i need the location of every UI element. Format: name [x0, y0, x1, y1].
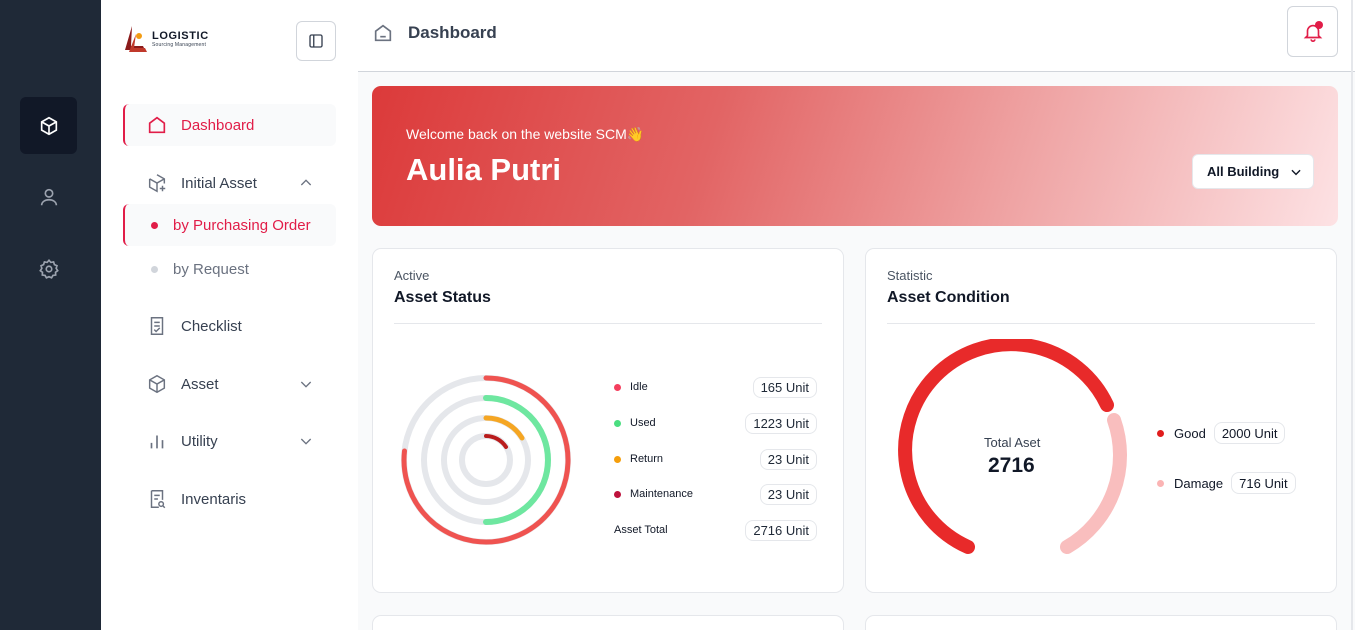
asset-condition-card: Statistic Asset Condition Total Aset 271… [865, 248, 1337, 593]
legend-label: Return [630, 453, 664, 465]
legend-row-damage: Damage 716 Unit [1157, 472, 1296, 494]
main-content: Dashboard Welcome back on the website SC… [358, 0, 1355, 630]
legend-label: Asset Total [614, 524, 668, 536]
gauge-center-value: 2716 [988, 454, 1035, 477]
sidebar-toggle-button[interactable] [296, 21, 336, 61]
legend-label: Damage [1174, 475, 1224, 491]
box-icon [40, 116, 57, 135]
sidebar-item-utility[interactable]: Utility [123, 420, 336, 462]
asset-status-radial-chart [401, 375, 571, 545]
legend-value: 165 Unit [752, 376, 817, 398]
brand-name: LOGISTIC [152, 30, 209, 42]
notification-button[interactable] [1287, 6, 1338, 57]
legend-row-used: Used 1223 Unit [614, 412, 817, 434]
legend-value: 2716 Unit [745, 519, 817, 541]
sidebar-subitem-label: by Purchasing Order [173, 216, 311, 234]
good-dot [1157, 429, 1164, 437]
used-dot [614, 419, 621, 427]
sidebar-item-label: Initial Asset [181, 174, 257, 192]
card-divider [887, 323, 1315, 324]
legend-value: 23 Unit [759, 448, 817, 470]
next-card [372, 615, 844, 630]
legend-value: 1223 Unit [745, 412, 817, 434]
checklist-icon [146, 315, 168, 337]
legend-row-total: Asset Total 2716 Unit [614, 519, 817, 541]
sidebar-item-asset[interactable]: Asset [123, 363, 336, 405]
sidebar-item-label: Asset [181, 375, 219, 393]
legend-label: Idle [630, 381, 648, 393]
chevron-down-icon[interactable] [298, 376, 314, 392]
chevron-down-icon [1291, 169, 1301, 175]
user-icon-button[interactable] [20, 168, 77, 225]
building-select-value: All Building [1207, 164, 1280, 179]
bullet-icon [151, 265, 158, 273]
user-icon [40, 188, 57, 205]
bullet-icon [151, 221, 158, 229]
card-subtitle: Active [394, 268, 430, 283]
welcome-text: Welcome back on the website SCM👋 [406, 126, 645, 142]
gauge-center-label: Total Aset [984, 435, 1041, 450]
legend-label: Good [1174, 425, 1206, 441]
settings-icon [38, 258, 59, 279]
icon-rail [0, 0, 101, 630]
welcome-banner: Welcome back on the website SCM👋 Aulia P… [372, 86, 1338, 226]
sidebar-item-label: Checklist [181, 317, 242, 335]
sidebar-toggle-icon [309, 34, 323, 48]
legend-value: 716 Unit [1231, 472, 1296, 494]
box-plus-icon [146, 172, 168, 194]
return-dot [614, 455, 621, 463]
legend-label: Used [630, 417, 656, 429]
home-icon[interactable] [372, 22, 394, 44]
legend-value: 23 Unit [759, 483, 817, 505]
card-title: Asset Condition [887, 289, 1010, 306]
scrollbar[interactable] [1351, 0, 1353, 630]
home-icon [146, 114, 168, 136]
top-bar: Dashboard [358, 0, 1355, 72]
document-search-icon [146, 488, 168, 510]
legend-row-good: Good 2000 Unit [1157, 422, 1286, 444]
sidebar-subitem-label: by Request [173, 260, 249, 278]
damage-dot [1157, 479, 1164, 487]
sidebar-item-label: Utility [181, 432, 218, 450]
sidebar-item-initial-asset[interactable]: Initial Asset [123, 162, 336, 204]
sidebar-item-dashboard[interactable]: Dashboard [123, 104, 336, 146]
chevron-down-icon[interactable] [298, 433, 314, 449]
brand-subtitle: Sourcing Management [152, 42, 207, 48]
sidebar-subitem-request[interactable]: by Request [123, 248, 336, 290]
building-select[interactable]: All Building [1192, 154, 1314, 189]
sidebar-item-inventaris[interactable]: Inventaris [123, 478, 336, 520]
sidebar: LOGISTIC Sourcing Management Dashboard I… [101, 0, 358, 630]
asset-status-card: Active Asset Status Idle 165 Unit Used 1… [372, 248, 844, 593]
brand-logo[interactable]: LOGISTIC Sourcing Management [123, 24, 209, 54]
card-title: Asset Status [394, 289, 491, 306]
sidebar-item-label: Dashboard [181, 116, 255, 134]
sidebar-subitem-purchasing-order[interactable]: by Purchasing Order [123, 204, 336, 246]
sidebar-item-checklist[interactable]: Checklist [123, 305, 336, 347]
legend-row-return: Return 23 Unit [614, 448, 817, 470]
idle-dot [614, 383, 621, 391]
card-divider [394, 323, 822, 324]
legend-row-maintenance: Maintenance 23 Unit [614, 483, 817, 505]
next-card [865, 615, 1337, 630]
card-subtitle: Statistic [887, 268, 933, 283]
settings-icon-button[interactable] [20, 240, 77, 297]
maintenance-dot [614, 490, 621, 498]
page-title: Dashboard [408, 23, 497, 42]
legend-label: Maintenance [630, 488, 693, 500]
chevron-up-icon[interactable] [298, 175, 314, 191]
logo-mark-icon [123, 24, 149, 54]
legend-row-idle: Idle 165 Unit [614, 376, 817, 398]
legend-value: 2000 Unit [1213, 422, 1286, 444]
sidebar-item-label: Inventaris [181, 490, 247, 508]
user-name: Aulia Putri [406, 152, 562, 187]
box-icon [146, 373, 168, 395]
box-icon-button[interactable] [20, 97, 77, 154]
damage-arc [1060, 413, 1127, 554]
notification-dot [1315, 21, 1323, 29]
bar-chart-icon [146, 430, 168, 452]
